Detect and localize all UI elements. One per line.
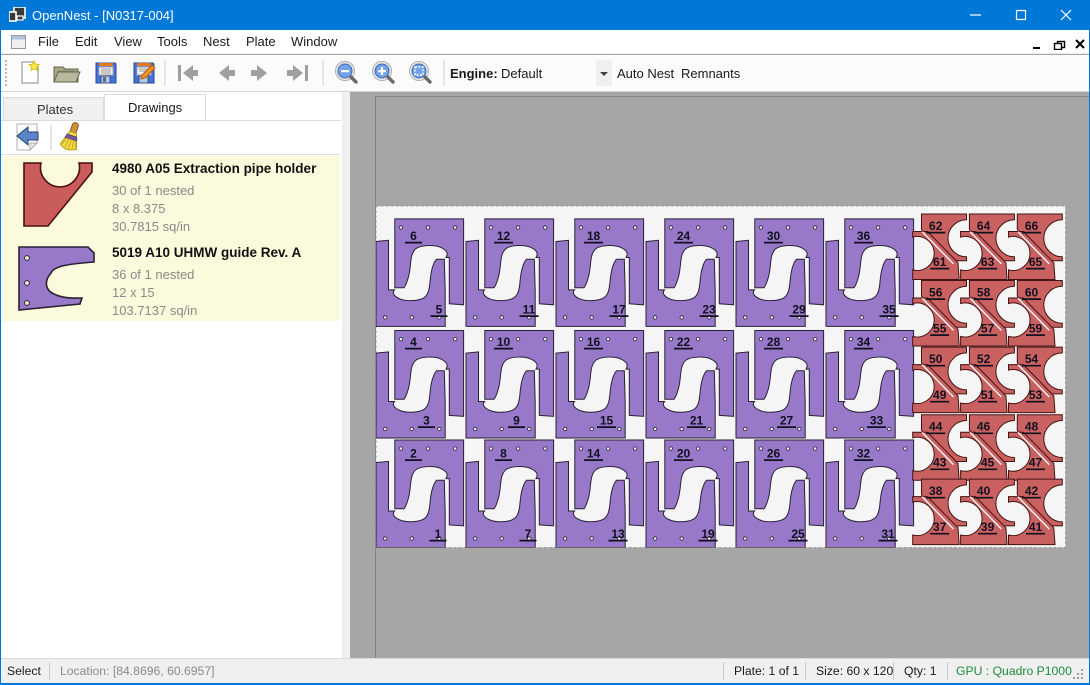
svg-text:44: 44: [929, 419, 943, 433]
svg-text:13: 13: [611, 527, 625, 541]
svg-text:30: 30: [766, 229, 780, 243]
svg-text:62: 62: [929, 219, 943, 233]
svg-text:39: 39: [980, 520, 994, 534]
svg-text:58: 58: [976, 285, 990, 299]
svg-text:8: 8: [500, 446, 507, 460]
svg-text:6: 6: [410, 229, 417, 243]
svg-text:46: 46: [976, 419, 990, 433]
svg-text:12: 12: [496, 229, 510, 243]
svg-text:36: 36: [856, 229, 870, 243]
svg-text:7: 7: [524, 527, 531, 541]
svg-text:23: 23: [702, 302, 716, 316]
svg-text:64: 64: [976, 219, 990, 233]
svg-text:10: 10: [496, 335, 510, 349]
svg-text:9: 9: [513, 413, 520, 427]
svg-text:31: 31: [881, 527, 895, 541]
svg-text:32: 32: [856, 446, 870, 460]
svg-text:27: 27: [779, 413, 793, 427]
svg-text:25: 25: [791, 527, 805, 541]
svg-text:11: 11: [522, 302, 535, 316]
svg-text:4: 4: [410, 335, 417, 349]
svg-text:43: 43: [933, 455, 947, 469]
svg-text:45: 45: [980, 455, 994, 469]
svg-text:49: 49: [933, 388, 947, 402]
svg-text:63: 63: [980, 255, 994, 269]
svg-text:21: 21: [689, 413, 703, 427]
svg-text:60: 60: [1024, 285, 1038, 299]
svg-text:56: 56: [929, 285, 943, 299]
svg-text:41: 41: [1028, 520, 1042, 534]
svg-text:34: 34: [856, 335, 870, 349]
svg-text:65: 65: [1028, 255, 1042, 269]
svg-text:57: 57: [980, 321, 994, 335]
svg-text:22: 22: [676, 335, 690, 349]
svg-text:5: 5: [435, 302, 442, 316]
svg-text:52: 52: [976, 352, 990, 366]
svg-text:37: 37: [933, 520, 947, 534]
svg-text:1: 1: [434, 527, 441, 541]
svg-text:14: 14: [586, 446, 600, 460]
svg-text:42: 42: [1024, 484, 1038, 498]
svg-text:2: 2: [410, 446, 417, 460]
svg-text:26: 26: [766, 446, 780, 460]
svg-text:61: 61: [933, 255, 947, 269]
svg-text:54: 54: [1024, 352, 1038, 366]
svg-text:17: 17: [612, 302, 626, 316]
svg-text:35: 35: [882, 302, 896, 316]
svg-text:53: 53: [1028, 388, 1042, 402]
svg-text:50: 50: [929, 352, 943, 366]
svg-text:55: 55: [933, 321, 947, 335]
svg-text:66: 66: [1024, 219, 1038, 233]
svg-text:15: 15: [599, 413, 613, 427]
svg-text:48: 48: [1024, 419, 1038, 433]
svg-text:51: 51: [980, 388, 994, 402]
svg-text:29: 29: [792, 302, 806, 316]
svg-text:47: 47: [1028, 455, 1042, 469]
svg-text:18: 18: [586, 229, 600, 243]
svg-text:33: 33: [869, 413, 883, 427]
svg-text:20: 20: [676, 446, 690, 460]
svg-text:16: 16: [586, 335, 600, 349]
svg-text:24: 24: [676, 229, 690, 243]
svg-text:40: 40: [976, 484, 990, 498]
svg-text:19: 19: [701, 527, 715, 541]
svg-text:38: 38: [929, 484, 943, 498]
svg-text:28: 28: [766, 335, 780, 349]
svg-text:3: 3: [423, 413, 430, 427]
svg-text:59: 59: [1028, 321, 1042, 335]
